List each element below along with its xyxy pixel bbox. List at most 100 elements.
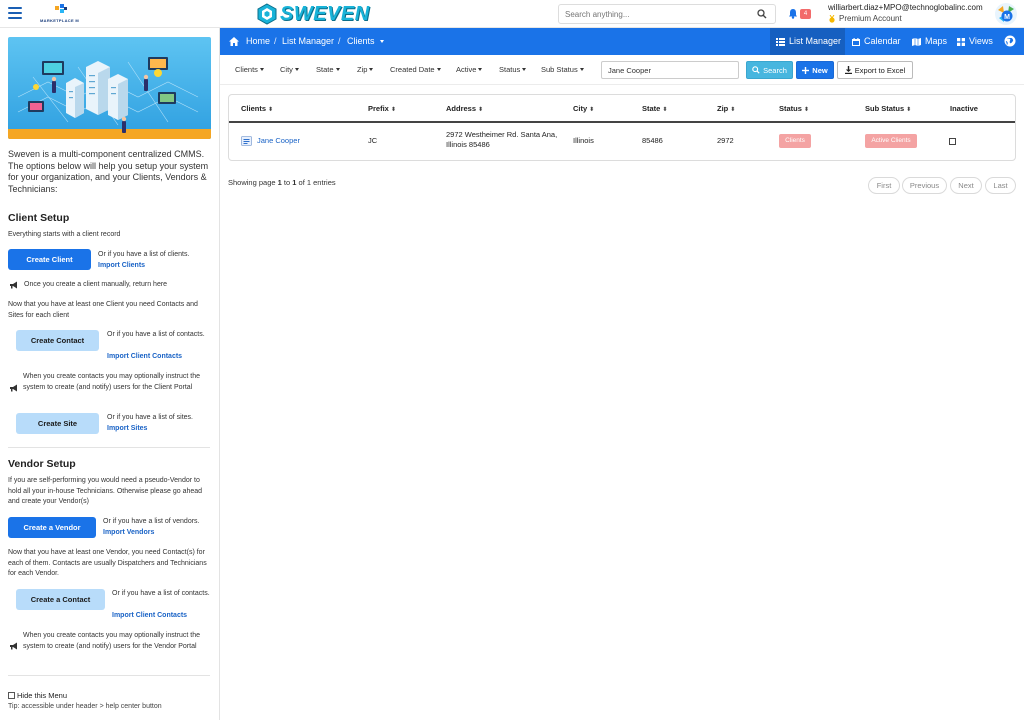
filter-clients-dropdown[interactable]: Clients bbox=[235, 65, 264, 74]
home-icon[interactable] bbox=[229, 37, 239, 46]
sort-icon: ⬍ bbox=[589, 107, 595, 113]
column-header-city[interactable]: City ⬍ bbox=[573, 104, 594, 113]
filter-city-label: City bbox=[280, 65, 293, 74]
globe-icon[interactable] bbox=[1004, 35, 1016, 47]
status-badge: Clients bbox=[779, 134, 811, 148]
filter-bar: Clients City State Zip Created Date Acti… bbox=[220, 55, 1024, 85]
chevron-down-icon bbox=[294, 68, 299, 71]
filter-sub-status-dropdown[interactable]: Sub Status bbox=[541, 65, 584, 74]
marketplace-logo-text: MARKETPLACE M bbox=[40, 18, 80, 23]
create-client-button[interactable]: Create Client bbox=[8, 249, 91, 270]
filter-status-label: Status bbox=[499, 65, 521, 74]
column-header-zip[interactable]: Zip ⬍ bbox=[717, 104, 735, 113]
filter-active-label: Active bbox=[456, 65, 477, 74]
import-clients-link[interactable]: Import Clients bbox=[98, 262, 145, 269]
hide-menu-toggle[interactable]: Hide this Menu bbox=[8, 691, 67, 700]
tab-maps[interactable]: Maps bbox=[912, 28, 947, 55]
filter-created-date-dropdown[interactable]: Created Date bbox=[390, 65, 441, 74]
create-vendor-contact-button[interactable]: Create a Contact bbox=[16, 589, 105, 610]
sub-status-badge: Active Clients bbox=[865, 134, 917, 148]
column-header-clients[interactable]: Clients ⬍ bbox=[241, 104, 273, 113]
breadcrumb-home[interactable]: Home bbox=[246, 28, 270, 55]
tab-calendar-label: Calendar bbox=[864, 36, 901, 46]
tab-views[interactable]: Views bbox=[957, 28, 993, 55]
sweven-brand-logo[interactable]: SWEVEN bbox=[256, 2, 370, 26]
or-list-vendor-contacts-text: Or if you have a list of contacts. bbox=[112, 590, 210, 597]
client-setup-note: Everything starts with a client record bbox=[8, 231, 121, 238]
hamburger-menu-icon[interactable] bbox=[8, 7, 22, 19]
import-vendors-link[interactable]: Import Vendors bbox=[103, 529, 154, 536]
column-header-status[interactable]: Status ⬍ bbox=[779, 104, 809, 113]
import-sites-link[interactable]: Import Sites bbox=[107, 425, 147, 432]
pager-last-button[interactable]: Last bbox=[985, 177, 1016, 194]
or-list-sites-text: Or if you have a list of sites. bbox=[107, 414, 193, 421]
create-site-button[interactable]: Create Site bbox=[16, 413, 99, 434]
search-button[interactable]: Search bbox=[746, 61, 793, 79]
tab-maps-label: Maps bbox=[925, 36, 948, 46]
user-avatar[interactable]: M bbox=[994, 2, 1018, 26]
sidebar-intro: Sweven is a multi-component centralized … bbox=[8, 149, 209, 194]
hero-illustration bbox=[8, 37, 211, 139]
notification-count-badge[interactable]: 4 bbox=[800, 9, 811, 19]
inactive-checkbox[interactable] bbox=[949, 138, 956, 145]
cell-zip: 2972 bbox=[717, 136, 734, 145]
hide-menu-checkbox[interactable] bbox=[8, 692, 15, 699]
column-header-state[interactable]: State ⬍ bbox=[642, 104, 667, 113]
filter-zip-dropdown[interactable]: Zip bbox=[357, 65, 374, 74]
bell-icon[interactable] bbox=[788, 8, 798, 19]
filter-created-date-label: Created Date bbox=[390, 65, 435, 74]
column-header-state-label: State bbox=[642, 104, 661, 113]
clients-table: Clients ⬍ Prefix ⬍ Address ⬍ City ⬍ State ⬍ Z… bbox=[228, 94, 1016, 161]
import-client-contacts-link[interactable]: Import Client Contacts bbox=[107, 353, 182, 360]
sidebar-tip: Tip: accessible under header > help cent… bbox=[8, 703, 162, 710]
column-header-sub-status[interactable]: Sub Status ⬍ bbox=[865, 104, 911, 113]
column-header-city-label: City bbox=[573, 104, 588, 113]
column-header-prefix[interactable]: Prefix ⬍ bbox=[368, 104, 396, 113]
column-header-zip-label: Zip bbox=[717, 104, 729, 113]
filter-city-dropdown[interactable]: City bbox=[280, 65, 299, 74]
pager-previous-button[interactable]: Previous bbox=[902, 177, 947, 194]
export-button-label: Export to Excel bbox=[854, 65, 906, 75]
new-button[interactable]: New bbox=[796, 61, 834, 79]
column-header-address[interactable]: Address ⬍ bbox=[446, 104, 483, 113]
create-vendor-button[interactable]: Create a Vendor bbox=[8, 517, 96, 538]
sort-icon: ⬍ bbox=[803, 107, 809, 113]
breadcrumb-clients-label: Clients bbox=[347, 36, 375, 46]
pager-first-button[interactable]: First bbox=[868, 177, 900, 194]
chevron-down-icon bbox=[478, 68, 483, 71]
user-email[interactable]: williarbert.diaz+MPO@technoglobalinc.com bbox=[828, 3, 983, 12]
or-list-vendors-text: Or if you have a list of vendors. bbox=[103, 518, 200, 525]
sort-icon: ⬍ bbox=[390, 107, 396, 113]
filter-status-dropdown[interactable]: Status bbox=[499, 65, 527, 74]
chevron-down-icon bbox=[335, 68, 340, 71]
vendor-setup-note: If you are self-performing you would nee… bbox=[8, 477, 203, 505]
global-search bbox=[558, 4, 776, 24]
tab-list-manager[interactable]: List Manager bbox=[770, 28, 845, 55]
table-header-divider bbox=[229, 121, 1015, 123]
chevron-down-icon bbox=[369, 68, 374, 71]
column-header-inactive: Inactive bbox=[950, 104, 978, 113]
marketplace-logo[interactable]: MARKETPLACE M bbox=[40, 4, 84, 26]
pagination-page-to: 1 bbox=[292, 178, 297, 187]
search-icon[interactable] bbox=[757, 9, 767, 19]
chevron-down-icon bbox=[380, 40, 385, 43]
sort-icon: ⬍ bbox=[478, 107, 484, 113]
pager-next-button[interactable]: Next bbox=[950, 177, 982, 194]
download-icon bbox=[844, 66, 852, 74]
breadcrumb-list-manager[interactable]: List Manager bbox=[282, 28, 334, 55]
plus-icon bbox=[802, 66, 810, 74]
column-header-clients-label: Clients bbox=[241, 104, 267, 113]
filter-active-dropdown[interactable]: Active bbox=[456, 65, 483, 74]
import-vendor-client-contacts-link[interactable]: Import Client Contacts bbox=[112, 612, 187, 619]
client-contacts-note: Now that you have at least one Client yo… bbox=[8, 301, 198, 319]
client-search-input[interactable] bbox=[601, 61, 739, 79]
global-search-input[interactable] bbox=[559, 5, 749, 23]
breadcrumb-clients-dropdown[interactable]: Clients bbox=[347, 28, 385, 55]
record-icon[interactable] bbox=[241, 136, 252, 146]
tab-calendar[interactable]: Calendar bbox=[852, 28, 901, 55]
create-client-contact-button[interactable]: Create Contact bbox=[16, 330, 99, 351]
filter-state-dropdown[interactable]: State bbox=[316, 65, 340, 74]
filter-state-label: State bbox=[316, 65, 334, 74]
export-to-excel-button[interactable]: Export to Excel bbox=[837, 61, 913, 79]
client-name-link[interactable]: Jane Cooper bbox=[257, 136, 300, 145]
